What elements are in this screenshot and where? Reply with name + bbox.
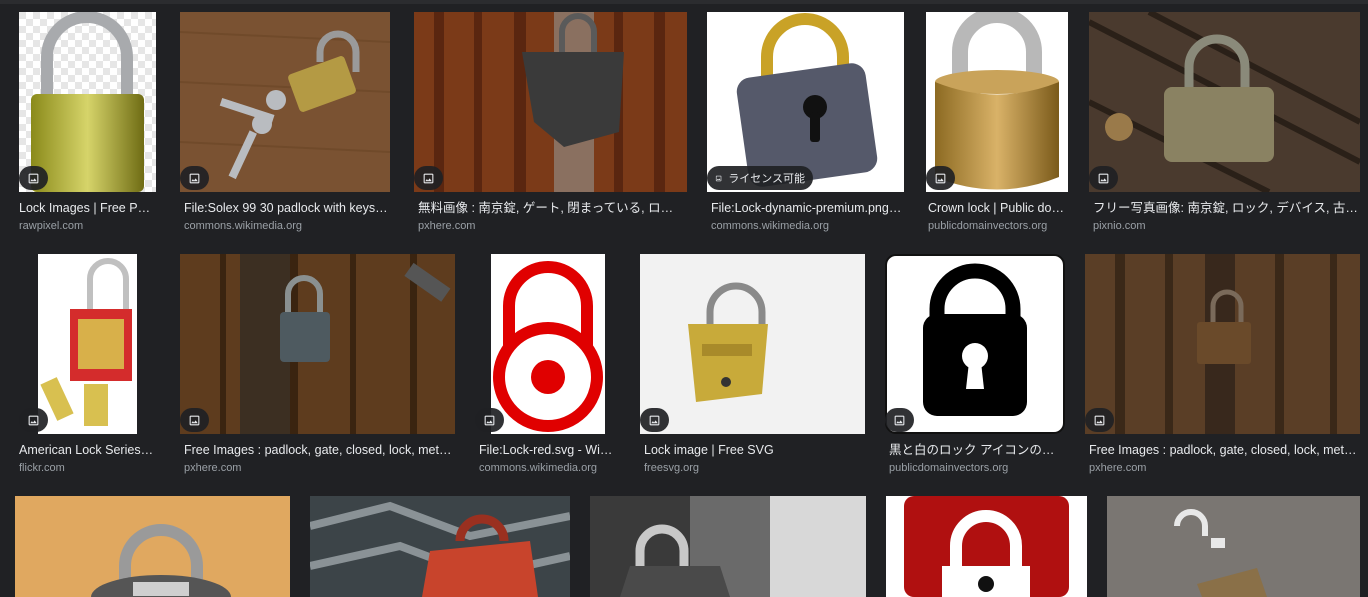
result-title[interactable]: 無料画像 : 南京錠, ゲート, 閉まっている, ロッ… <box>418 200 680 216</box>
result-thumbnail[interactable] <box>15 496 290 597</box>
result-title[interactable]: File:Lock-red.svg - Wiki… <box>479 442 615 458</box>
result-card[interactable] <box>15 496 290 597</box>
image-badge <box>1089 166 1118 190</box>
result-thumbnail[interactable] <box>310 496 570 597</box>
image-icon <box>894 415 905 425</box>
result-card[interactable]: Lock image | Free SVG freesvg.org <box>640 254 865 484</box>
image-badge <box>475 408 504 432</box>
result-thumbnail[interactable] <box>707 12 904 192</box>
image-badge <box>885 408 914 432</box>
image-icon <box>189 415 200 425</box>
result-card[interactable] <box>310 496 570 597</box>
result-thumbnail[interactable] <box>1085 254 1360 434</box>
result-card[interactable]: 無料画像 : 南京錠, ゲート, 閉まっている, ロッ… pxhere.com <box>414 12 687 242</box>
license-badge-label: ライセンス可能 <box>728 173 805 185</box>
result-title[interactable]: 黒と白のロック アイコンのベ… <box>889 442 1065 458</box>
result-source[interactable]: publicdomainvectors.org <box>889 461 1065 475</box>
result-source[interactable]: freesvg.org <box>644 461 865 475</box>
result-thumbnail[interactable] <box>885 254 1065 434</box>
result-card[interactable]: Free Images : padlock, gate, closed, loc… <box>1085 254 1360 484</box>
result-title[interactable]: Lock Images | Free Pho… <box>19 200 156 216</box>
result-source[interactable]: publicdomainvectors.org <box>928 219 1066 233</box>
result-card[interactable]: 黒と白のロック アイコンのベ… publicdomainvectors.org <box>885 254 1065 484</box>
result-thumbnail[interactable] <box>38 254 137 434</box>
result-title[interactable]: Crown lock | Public do… <box>928 200 1066 216</box>
result-card[interactable] <box>590 496 866 597</box>
result-title[interactable]: File:Solex 99 30 padlock with keys (… <box>184 200 390 216</box>
result-card[interactable] <box>886 496 1087 597</box>
result-thumbnail[interactable] <box>19 12 156 192</box>
result-thumbnail[interactable] <box>1107 496 1360 597</box>
image-icon <box>649 415 660 425</box>
result-source[interactable]: pxhere.com <box>418 219 680 233</box>
image-icon <box>484 415 495 425</box>
result-card[interactable]: File:Solex 99 30 padlock with keys (… co… <box>180 12 390 242</box>
result-thumbnail[interactable] <box>886 496 1087 597</box>
result-title[interactable]: Lock image | Free SVG <box>644 442 865 458</box>
result-title[interactable]: American Lock Series … <box>19 442 156 458</box>
result-card[interactable]: American Lock Series … flickr.com <box>19 254 156 484</box>
result-card[interactable]: ライセンス可能 File:Lock-dynamic-premium.png … … <box>707 12 904 242</box>
result-title[interactable]: File:Lock-dynamic-premium.png … <box>711 200 904 216</box>
image-badge: ライセンス可能 <box>707 166 813 190</box>
image-icon <box>28 173 39 183</box>
result-title[interactable]: Free Images : padlock, gate, closed, loc… <box>1089 442 1360 458</box>
image-badge <box>926 166 955 190</box>
result-thumbnail[interactable] <box>590 496 866 597</box>
image-icon <box>28 415 39 425</box>
image-badge <box>180 166 209 190</box>
image-badge <box>414 166 443 190</box>
result-card[interactable]: File:Lock-red.svg - Wiki… commons.wikime… <box>475 254 615 484</box>
image-icon <box>935 173 946 183</box>
result-title[interactable]: フリー写真画像: 南京錠, ロック, デバイス, 古い… <box>1093 200 1360 216</box>
result-source[interactable]: commons.wikimedia.org <box>711 219 904 233</box>
top-divider <box>0 0 1368 4</box>
result-thumbnail[interactable] <box>640 254 865 434</box>
result-source[interactable]: pixnio.com <box>1093 219 1360 233</box>
image-badge <box>1085 408 1114 432</box>
result-thumbnail[interactable] <box>414 12 687 192</box>
image-icon <box>715 175 722 181</box>
result-thumbnail[interactable] <box>491 254 605 434</box>
image-icon <box>1098 173 1109 183</box>
image-badge <box>640 408 669 432</box>
result-thumbnail[interactable] <box>1089 12 1360 192</box>
result-source[interactable]: commons.wikimedia.org <box>184 219 390 233</box>
result-card[interactable] <box>1107 496 1360 597</box>
result-title[interactable]: Free Images : padlock, gate, closed, loc… <box>184 442 455 458</box>
image-badge <box>180 408 209 432</box>
result-source[interactable]: pxhere.com <box>184 461 455 475</box>
image-badge <box>19 408 48 432</box>
result-source[interactable]: flickr.com <box>19 461 156 475</box>
image-icon <box>423 173 434 183</box>
result-source[interactable]: commons.wikimedia.org <box>479 461 615 475</box>
result-card[interactable]: Lock Images | Free Pho… rawpixel.com <box>19 12 156 242</box>
image-icon <box>1094 415 1105 425</box>
result-card[interactable]: Free Images : padlock, gate, closed, loc… <box>180 254 455 484</box>
result-thumbnail[interactable] <box>180 254 455 434</box>
result-card[interactable]: フリー写真画像: 南京錠, ロック, デバイス, 古い… pixnio.com <box>1089 12 1360 242</box>
image-badge <box>19 166 48 190</box>
result-source[interactable]: pxhere.com <box>1089 461 1360 475</box>
result-card[interactable]: Crown lock | Public do… publicdomainvect… <box>926 12 1068 242</box>
result-source[interactable]: rawpixel.com <box>19 219 156 233</box>
result-thumbnail[interactable] <box>180 12 390 192</box>
image-icon <box>189 173 200 183</box>
result-thumbnail[interactable] <box>926 12 1068 192</box>
